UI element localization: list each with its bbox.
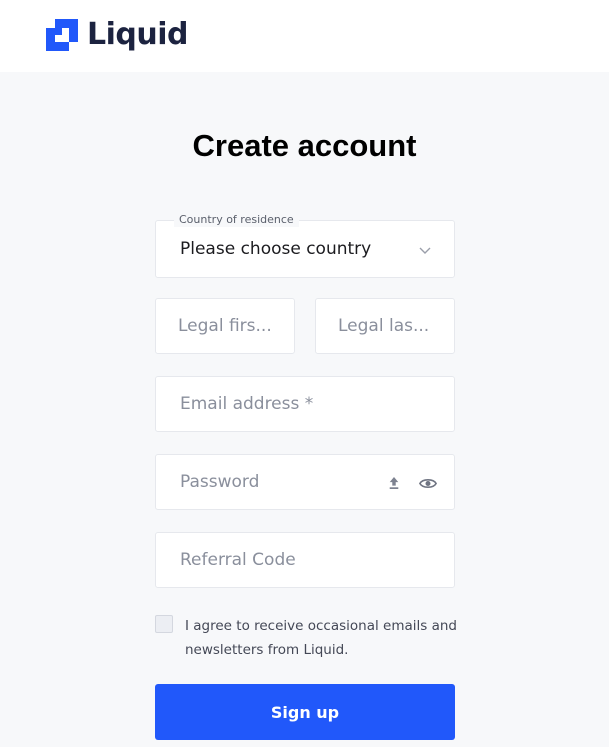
country-select[interactable]: Country of residence Please choose count…: [155, 213, 455, 278]
referral-input[interactable]: [156, 533, 454, 587]
password-input[interactable]: [156, 455, 454, 509]
country-label: Country of residence: [174, 213, 299, 227]
upload-icon[interactable]: [384, 473, 404, 493]
email-input[interactable]: [156, 377, 454, 431]
agree-checkbox[interactable]: [155, 615, 173, 633]
logo-text: Liquid: [87, 17, 189, 52]
header: Liquid: [0, 0, 609, 72]
eye-icon[interactable]: [418, 473, 438, 493]
referral-field: [155, 532, 455, 588]
page-title: Create account: [192, 128, 417, 163]
agree-text: I agree to receive occasional emails and…: [185, 618, 457, 658]
first-name-field: [155, 298, 295, 354]
logo[interactable]: Liquid: [46, 17, 189, 52]
email-field: [155, 376, 455, 432]
country-value: Please choose country: [180, 239, 372, 259]
chevron-down-icon: [419, 247, 431, 254]
liquid-logo-icon: [46, 19, 78, 51]
last-name-input[interactable]: [316, 299, 454, 353]
last-name-field: [315, 298, 455, 354]
sign-up-button[interactable]: Sign up: [155, 684, 455, 740]
password-field: [155, 454, 455, 510]
first-name-input[interactable]: [156, 299, 294, 353]
